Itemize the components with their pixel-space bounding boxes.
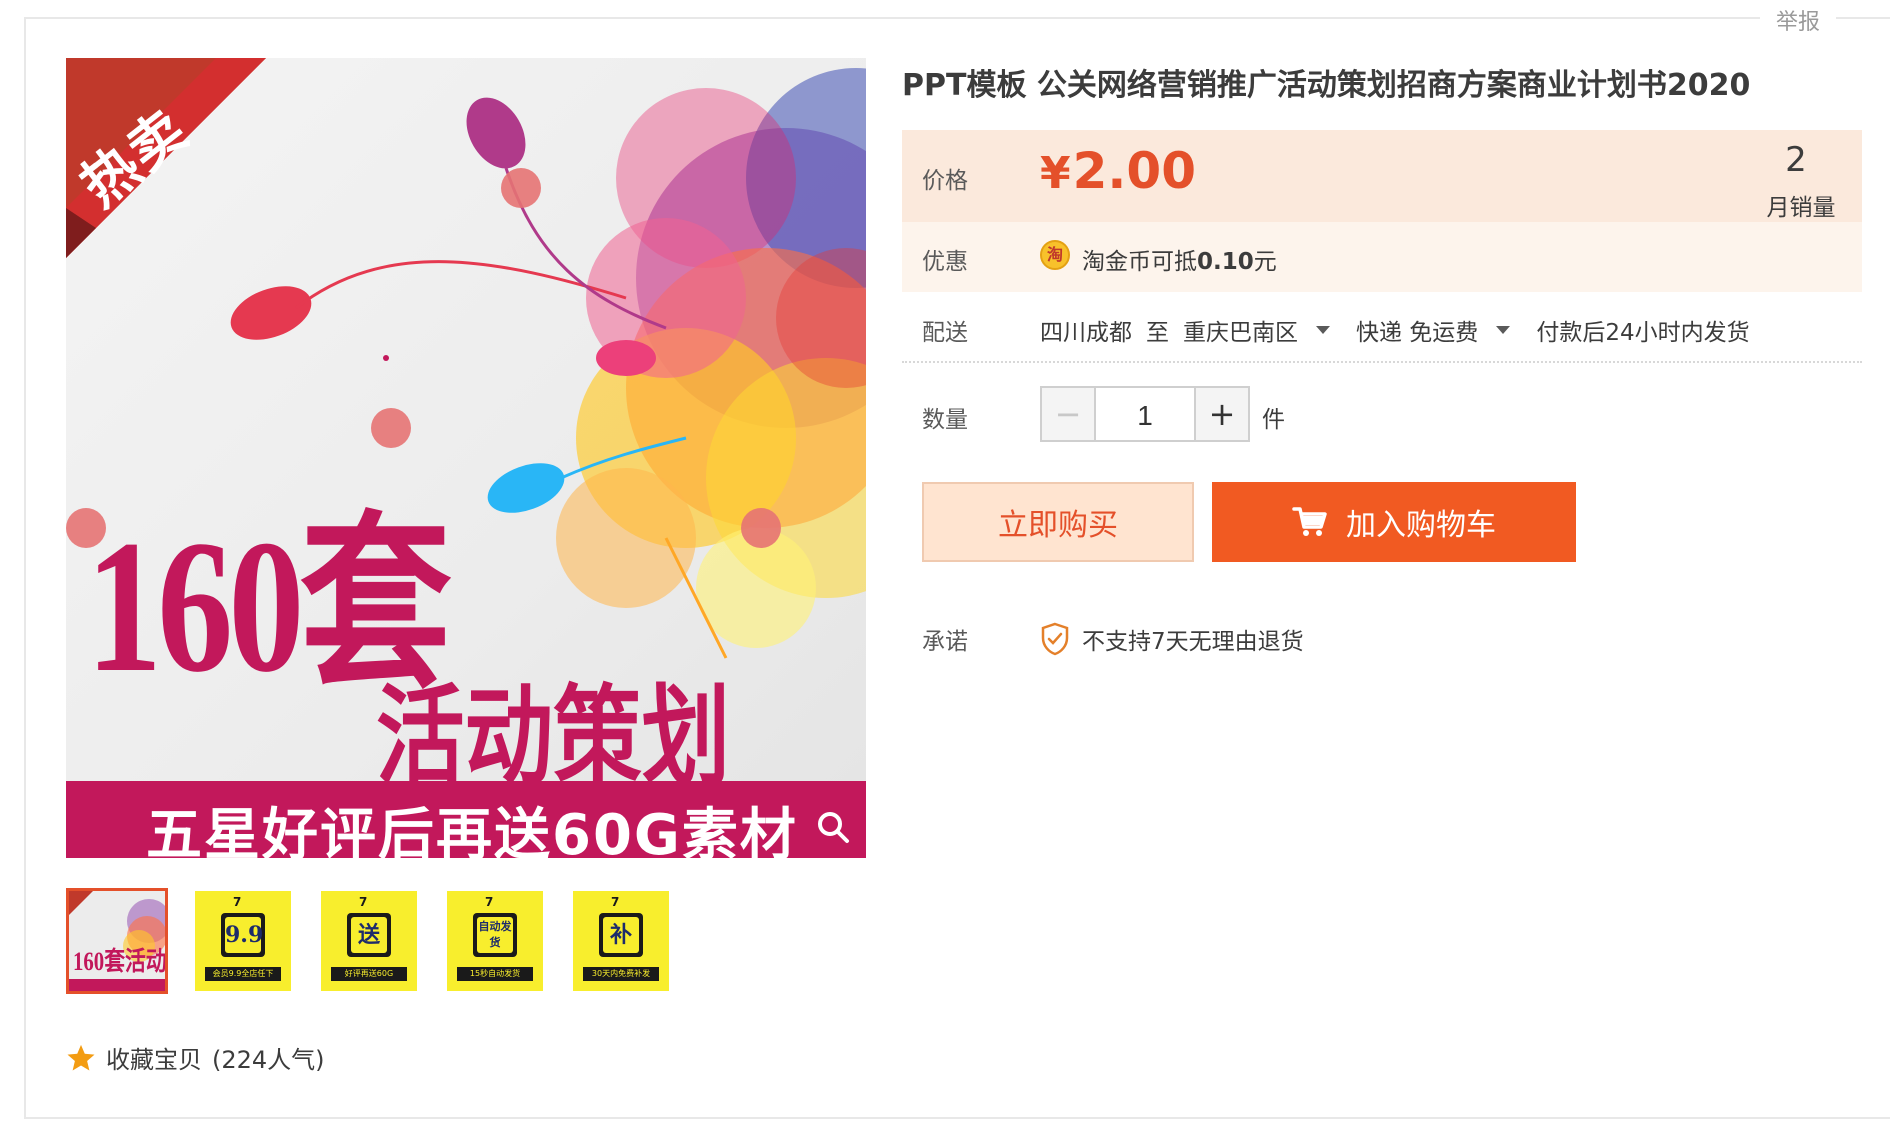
buy-now-button[interactable]: 立即购买	[922, 482, 1194, 562]
star-icon	[67, 1044, 95, 1070]
image-band-text: 五星好评后再送60G素材	[146, 803, 798, 858]
ship-from: 四川成都	[1040, 320, 1132, 346]
price-currency: ¥	[1040, 148, 1071, 199]
favorite-count: (224人气)	[212, 1046, 325, 1074]
thumbnail-strip: 160套活动策划 7 9.9 会员9.9全店任下 7 送 好评再送60G 7 自…	[66, 888, 672, 994]
monthly-sales-label: 月销量	[1766, 195, 1836, 221]
add-to-cart-label: 加入购物车	[1346, 508, 1496, 543]
cart-icon	[1292, 507, 1327, 536]
chevron-down-icon[interactable]	[1496, 326, 1511, 334]
shipping-info: 四川成都 至 重庆巴南区 快递 免运费 付款后24小时内发货	[1040, 313, 1750, 347]
ship-dispatch-time: 付款后24小时内发货	[1536, 320, 1750, 346]
main-product-image[interactable]: 热卖 160套 活动策划 五星好评后再送60G素材	[66, 58, 866, 858]
taojinbi-coin-icon: 淘	[1040, 240, 1070, 270]
promo-amount: 0.10	[1197, 249, 1254, 275]
thumbnail-caption: 好评再送60G	[331, 967, 407, 981]
thumbnail-badge: 补	[603, 917, 639, 953]
thumbnail-3[interactable]: 7 送 好评再送60G	[318, 888, 420, 994]
promise-label: 承诺	[922, 629, 968, 655]
quantity-stepper: − 1 +	[1040, 386, 1250, 442]
monthly-sales-count: 2	[1785, 140, 1807, 180]
quantity-unit: 件	[1262, 407, 1285, 433]
shield-icon	[1041, 622, 1069, 656]
price-amount: 2.00	[1072, 142, 1196, 200]
favorite-button[interactable]: 收藏宝贝 (224人气)	[66, 1040, 325, 1075]
buy-now-label: 立即购买	[998, 508, 1118, 543]
thumbnail-caption: 15秒自动发货	[457, 967, 533, 981]
thumbnail-caption: 会员9.9全店任下	[205, 967, 281, 981]
product-title: PPT模板 公关网络营销推广活动策划招商方案商业计划书2020	[902, 68, 1751, 103]
quantity-increase-button[interactable]: +	[1194, 386, 1250, 442]
thumbnail-label: 160套活动策划	[73, 947, 167, 976]
chevron-down-icon[interactable]	[1316, 326, 1330, 334]
favorite-label: 收藏宝贝	[106, 1046, 202, 1074]
price-label: 价格	[922, 168, 968, 194]
thumbnail-4[interactable]: 7 自动发货 15秒自动发货	[444, 888, 546, 994]
quantity-label: 数量	[922, 407, 968, 433]
thumbnail-badge: 自动发货	[477, 917, 513, 953]
report-link[interactable]: 举报	[1759, 4, 1836, 36]
thumbnail-5[interactable]: 7 补 30天内免费补发	[570, 888, 672, 994]
promise-text: 不支持7天无理由退货	[1082, 629, 1304, 655]
zoom-icon[interactable]	[816, 810, 850, 844]
thumbnail-badge: 9.9	[225, 917, 263, 953]
ship-to-word: 至	[1146, 320, 1169, 346]
thumbnail-2[interactable]: 7 9.9 会员9.9全店任下	[192, 888, 294, 994]
thumbnail-caption: 30天内免费补发	[583, 967, 659, 981]
shipping-label: 配送	[922, 320, 968, 346]
thumbnail-1[interactable]: 160套活动策划	[66, 888, 168, 994]
add-to-cart-button[interactable]: 加入购物车	[1212, 482, 1576, 562]
ship-destination-select[interactable]: 重庆巴南区	[1183, 313, 1298, 347]
promo-text: 淘金币可抵0.10元	[1082, 249, 1277, 275]
ship-method-select[interactable]: 快递 免运费	[1356, 313, 1478, 347]
promo-label: 优惠	[922, 249, 968, 275]
quantity-decrease-button[interactable]: −	[1040, 386, 1096, 442]
thumbnail-badge: 送	[351, 917, 387, 953]
price-value: ¥2.00	[1040, 142, 1196, 200]
divider	[902, 361, 1862, 363]
quantity-input[interactable]: 1	[1096, 386, 1194, 442]
